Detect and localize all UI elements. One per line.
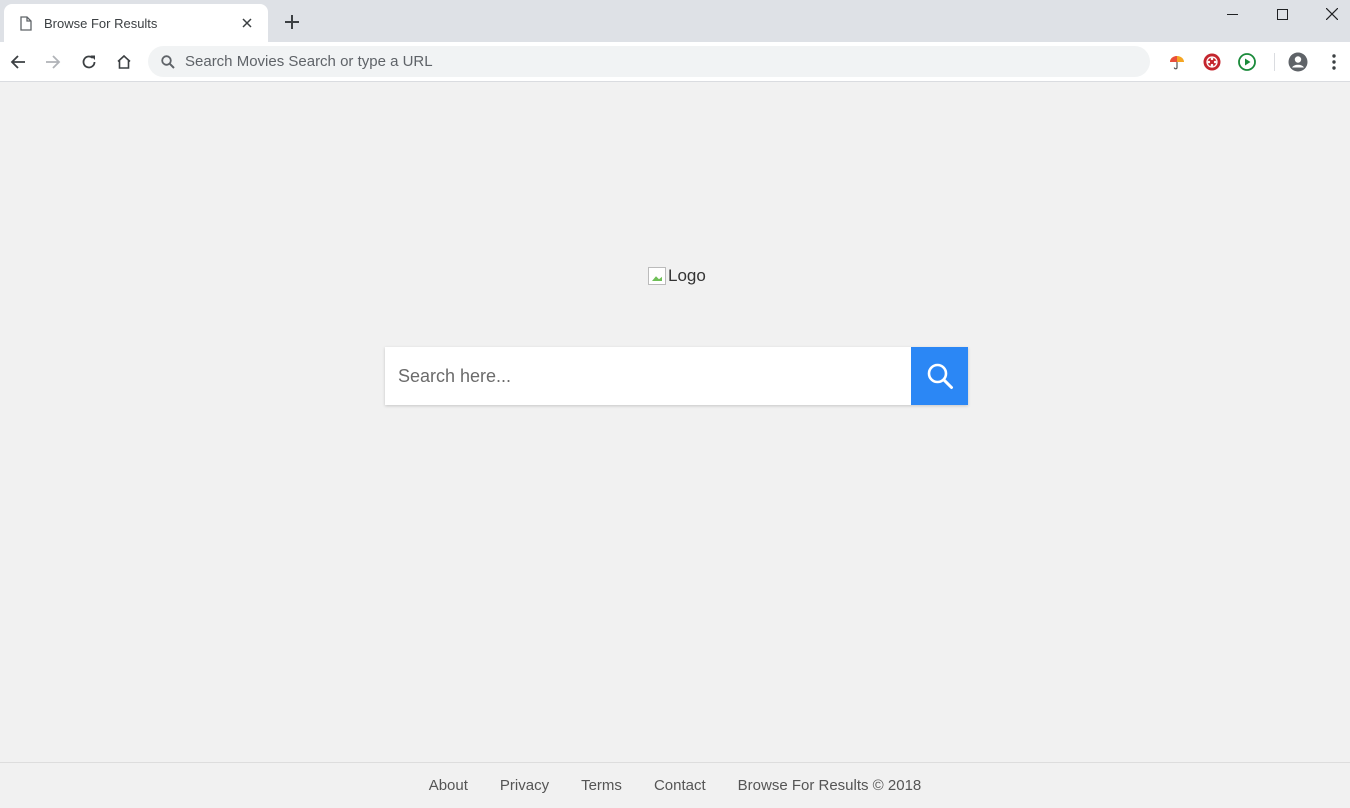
tab-title: Browse For Results [44,15,158,31]
search-input[interactable] [385,347,911,405]
footer-link-terms[interactable]: Terms [581,777,622,794]
close-window-icon[interactable] [1309,0,1350,28]
footer-link-contact[interactable]: Contact [654,777,706,794]
address-bar-text: Search Movies Search or type a URL [185,53,433,70]
search-form [385,347,968,405]
page-content: Logo [0,82,1350,762]
magnifier-icon [927,363,953,389]
search-button[interactable] [911,347,968,405]
tab-strip: Browse For Results [0,0,1350,42]
footer-copyright: Browse For Results © 2018 [737,777,922,794]
footer-link-about[interactable]: About [429,777,468,794]
minimize-icon[interactable] [1209,0,1255,28]
profile-avatar-icon[interactable] [1283,47,1313,77]
home-icon[interactable] [109,47,139,77]
new-tab-button[interactable] [280,10,304,34]
play-extension-icon[interactable] [1232,47,1262,77]
umbrella-extension-icon[interactable] [1162,47,1192,77]
broken-image-icon [648,267,666,285]
footer-link-privacy[interactable]: Privacy [500,777,549,794]
toolbar-separator [1274,53,1275,71]
back-icon[interactable] [3,47,33,77]
film-reel-extension-icon[interactable] [1197,47,1227,77]
reload-icon[interactable] [74,47,104,77]
browser-toolbar: Search Movies Search or type a URL [0,42,1350,82]
menu-kebab-icon[interactable] [1319,47,1349,77]
maximize-icon[interactable] [1259,0,1305,28]
close-tab-icon[interactable] [238,14,256,32]
address-bar[interactable]: Search Movies Search or type a URL [148,46,1150,77]
search-icon [160,54,176,70]
footer: About Privacy Terms Contact Browse For R… [0,762,1350,808]
logo-alt-text: Logo [668,266,706,285]
tab-browse-for-results[interactable]: Browse For Results [4,4,268,42]
logo: Logo [648,264,706,288]
page-icon [18,15,34,31]
forward-icon[interactable] [38,47,68,77]
